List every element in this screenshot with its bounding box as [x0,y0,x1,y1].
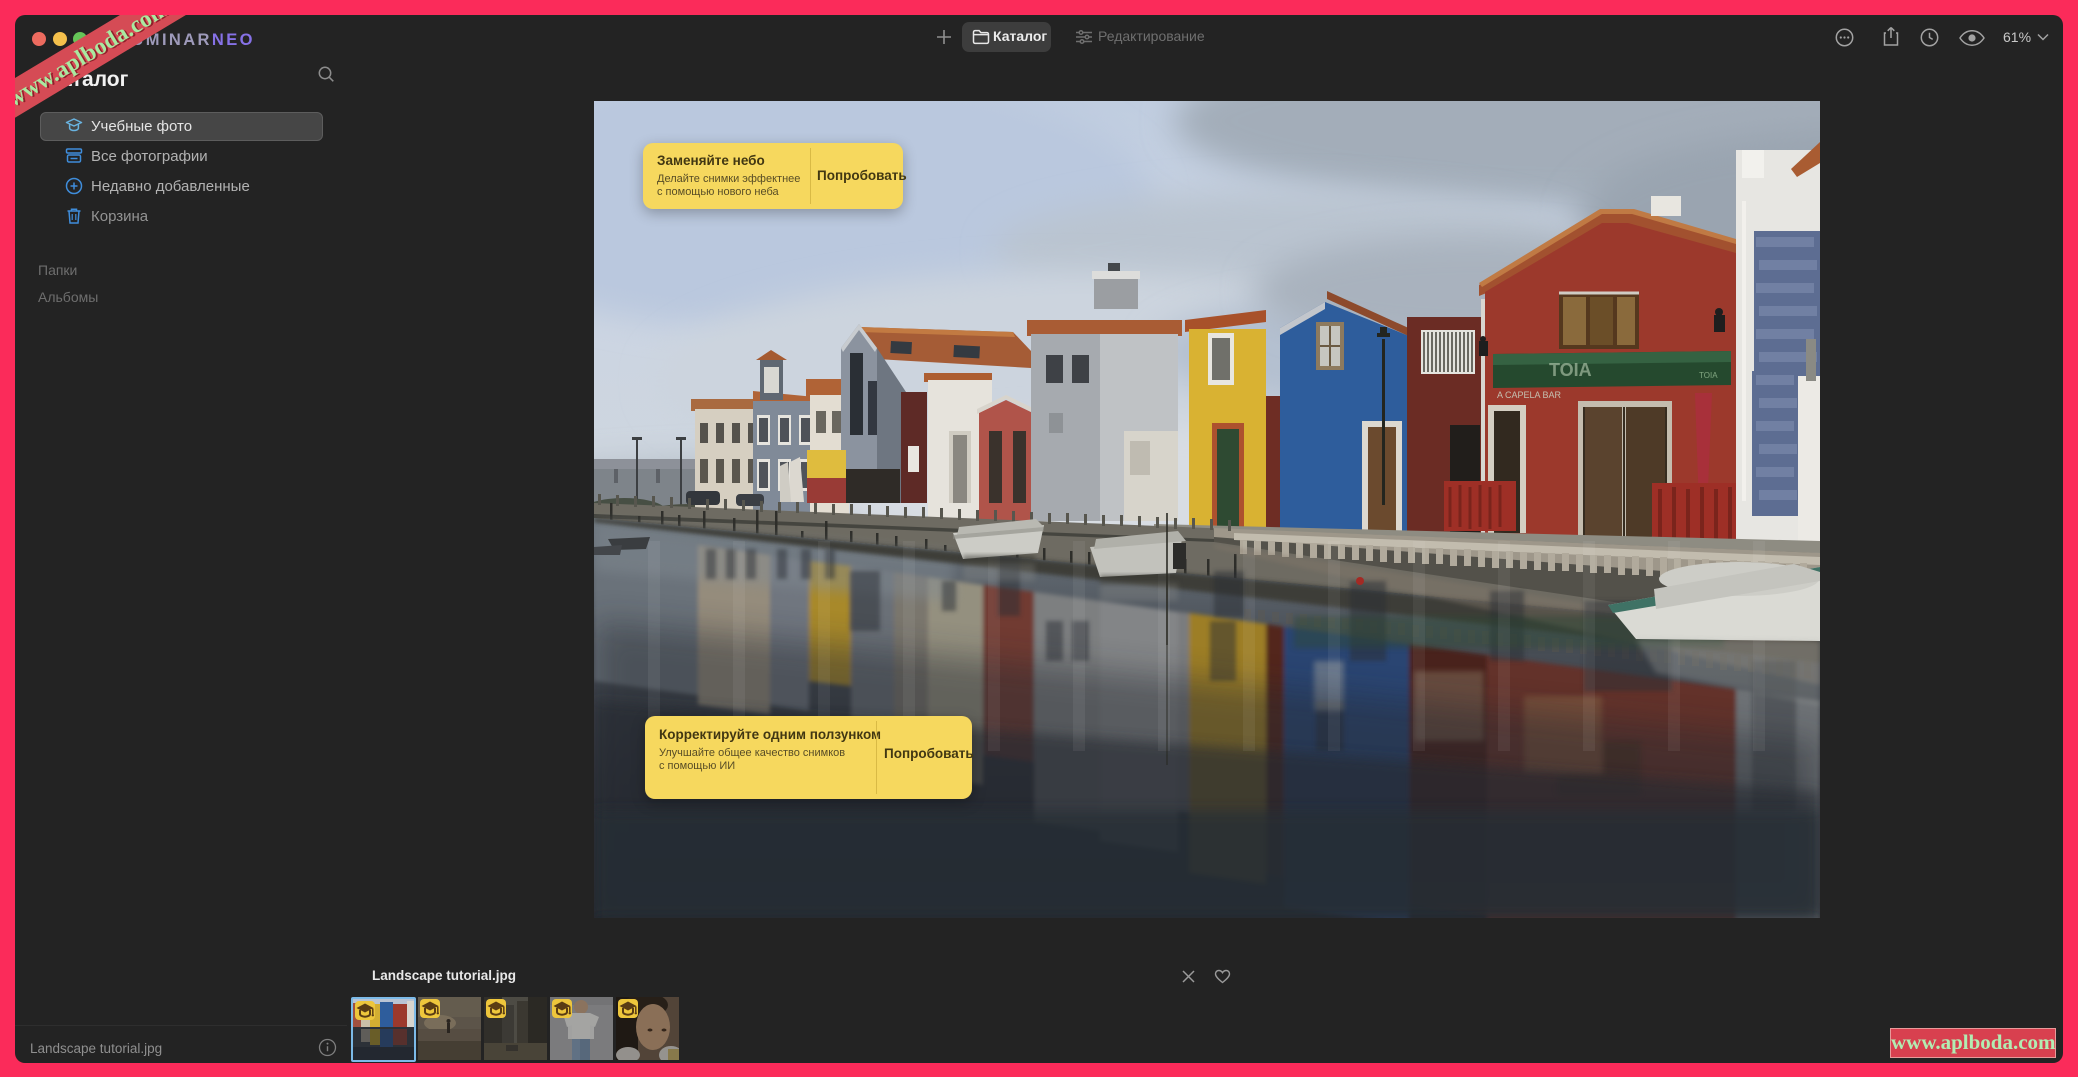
svg-text:A CAPELA BAR: A CAPELA BAR [1497,390,1562,400]
svg-text:TOIA: TOIA [1549,360,1592,380]
svg-text:TOIA: TOIA [1699,371,1718,380]
